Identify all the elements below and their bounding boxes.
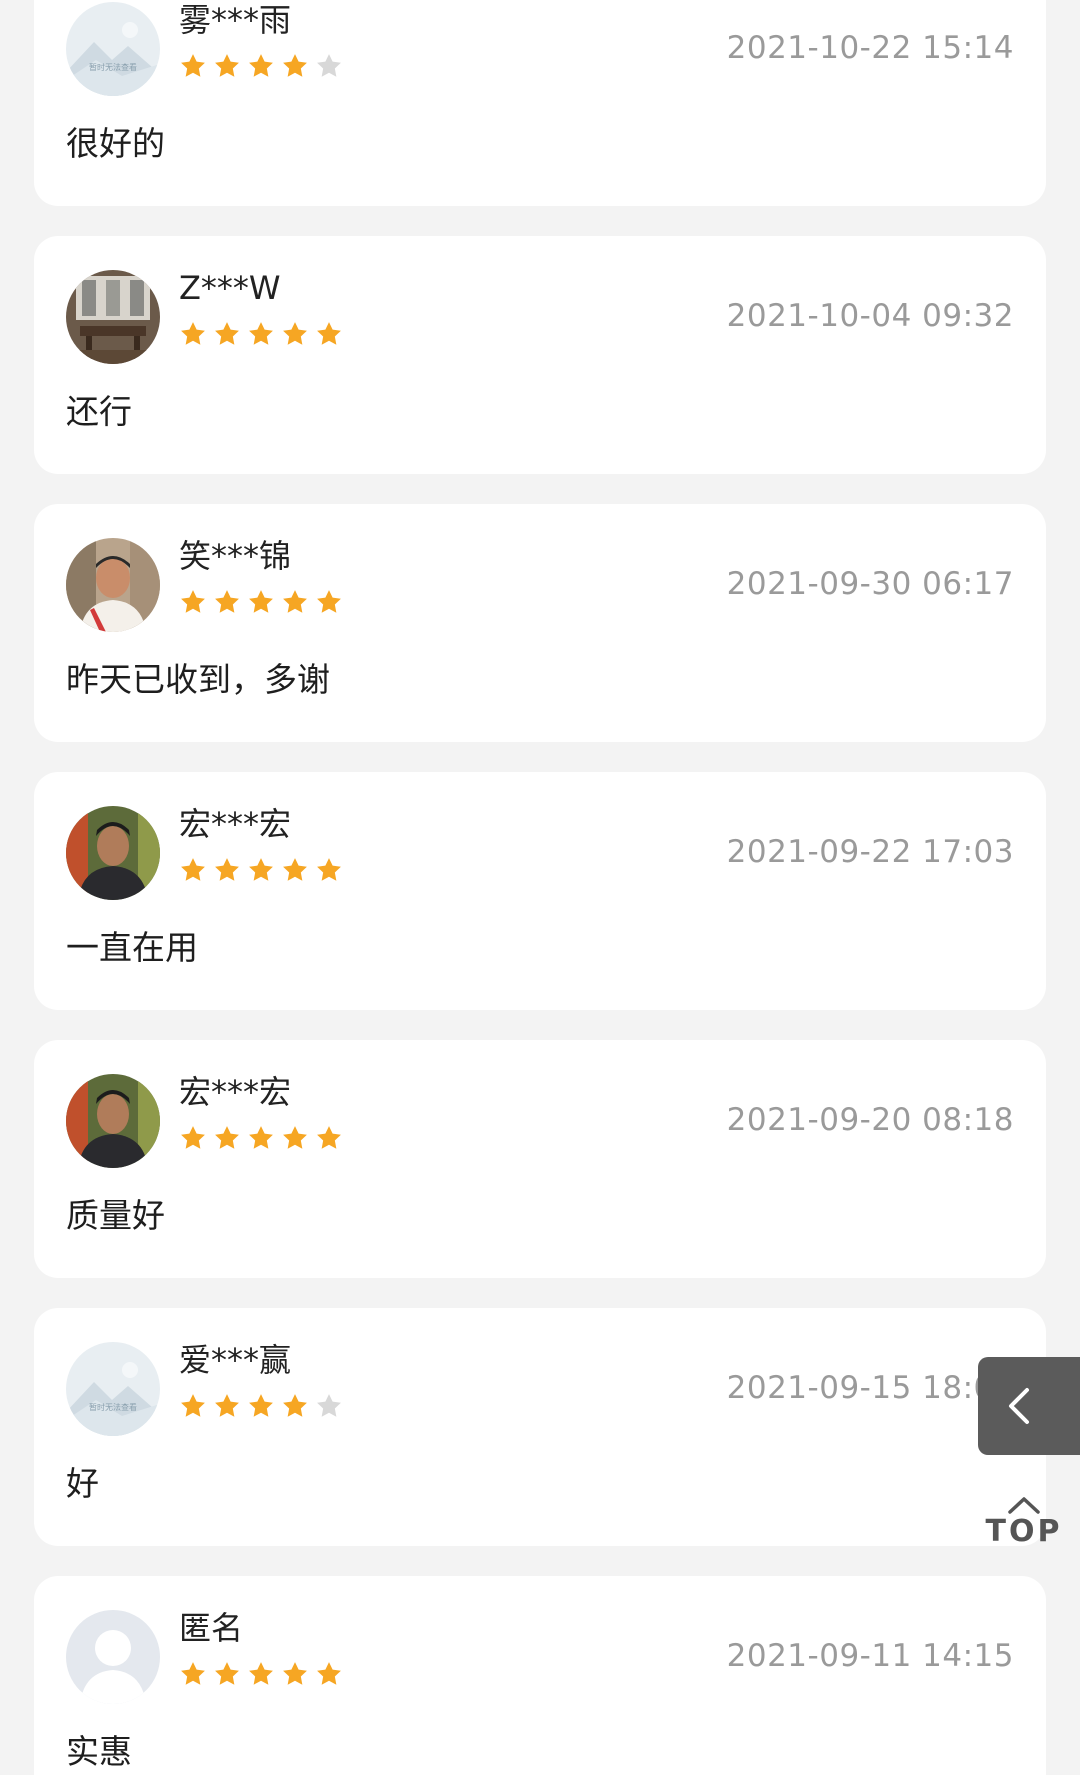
star-filled-icon [249, 1662, 273, 1685]
review-timestamp: 2021-09-20 08:18 [726, 1102, 1014, 1138]
star-rating [179, 52, 343, 80]
reviewer-name: 宏***宏 [179, 805, 292, 843]
star-filled-icon [215, 322, 239, 345]
review-page: 暂时无法查看 雾***雨 2021-10-22 15:14 很好的 Z***W … [0, 0, 1080, 1775]
review-timestamp: 2021-09-22 17:03 [726, 834, 1014, 870]
star-filled-icon [283, 1126, 307, 1149]
star-filled-icon [181, 1126, 205, 1149]
star-filled-icon [283, 54, 307, 77]
star-filled-icon [283, 322, 307, 345]
avatar [66, 1074, 160, 1168]
star-filled-icon [283, 1662, 307, 1685]
star-filled-icon [317, 1126, 341, 1149]
review-card: 匿名 2021-09-11 14:15 实惠 [34, 1576, 1046, 1775]
review-card: 暂时无法查看 爱***赢 2021-09-15 18:07 好 [34, 1308, 1046, 1546]
reviewer-name: 宏***宏 [179, 1073, 292, 1111]
review-text: 还行 [66, 392, 132, 431]
star-filled-icon [215, 1126, 239, 1149]
review-card: 笑***锦 2021-09-30 06:17 昨天已收到，多谢 [34, 504, 1046, 742]
review-card: 宏***宏 2021-09-20 08:18 质量好 [34, 1040, 1046, 1278]
default-user-icon [66, 1610, 160, 1704]
star-filled-icon [181, 1394, 205, 1417]
star-rating [179, 320, 343, 348]
star-filled-icon [249, 858, 273, 881]
star-filled-icon [283, 858, 307, 881]
back-to-top-button[interactable]: TOP [983, 1495, 1065, 1565]
star-filled-icon [249, 1126, 273, 1149]
star-filled-icon [215, 1662, 239, 1685]
star-rating [179, 1392, 343, 1420]
star-filled-icon [317, 590, 341, 613]
star-rating [179, 1124, 343, 1152]
review-list: 暂时无法查看 雾***雨 2021-10-22 15:14 很好的 Z***W … [34, 0, 1046, 1775]
star-rating [179, 588, 343, 616]
reviewer-name: 雾***雨 [179, 1, 292, 39]
star-filled-icon [317, 1662, 341, 1685]
star-filled-icon [317, 322, 341, 345]
star-filled-icon [317, 858, 341, 881]
review-timestamp: 2021-10-22 15:14 [726, 30, 1014, 66]
placeholder-image-icon: 暂时无法查看 [66, 2, 160, 96]
avatar [66, 538, 160, 632]
review-card: 暂时无法查看 雾***雨 2021-10-22 15:14 很好的 [34, 0, 1046, 206]
review-text: 实惠 [66, 1732, 132, 1771]
star-filled-icon [181, 858, 205, 881]
star-filled-icon [249, 590, 273, 613]
star-filled-icon [283, 590, 307, 613]
avatar [66, 806, 160, 900]
review-card: Z***W 2021-10-04 09:32 还行 [34, 236, 1046, 474]
star-filled-icon [283, 1394, 307, 1417]
avatar-caption: 暂时无法查看 [89, 63, 137, 72]
top-label: TOP [985, 1514, 1063, 1549]
chevron-up-icon [1008, 1497, 1040, 1514]
review-text: 很好的 [66, 124, 165, 163]
star-filled-icon [215, 1394, 239, 1417]
reviewer-name: 笑***锦 [179, 537, 292, 575]
reviewer-name: Z***W [179, 269, 281, 307]
placeholder-image-icon: 暂时无法查看 [66, 1342, 160, 1436]
review-timestamp: 2021-10-04 09:32 [726, 298, 1014, 334]
avatar [66, 270, 160, 364]
star-filled-icon [181, 322, 205, 345]
review-timestamp: 2021-09-30 06:17 [726, 566, 1014, 602]
star-filled-icon [215, 858, 239, 881]
star-filled-icon [181, 54, 205, 77]
star-empty-icon [317, 1394, 341, 1417]
star-empty-icon [317, 54, 341, 77]
star-filled-icon [249, 322, 273, 345]
star-filled-icon [215, 590, 239, 613]
review-text: 好 [66, 1464, 99, 1503]
review-timestamp: 2021-09-15 18:07 [726, 1370, 1014, 1406]
avatar-caption: 暂时无法查看 [89, 1403, 137, 1412]
star-filled-icon [249, 54, 273, 77]
star-filled-icon [181, 590, 205, 613]
back-button[interactable] [978, 1357, 1080, 1455]
star-filled-icon [249, 1394, 273, 1417]
chevron-left-icon [1009, 1388, 1029, 1424]
review-text: 昨天已收到，多谢 [66, 660, 330, 699]
reviewer-name: 匿名 [179, 1609, 244, 1647]
review-card: 宏***宏 2021-09-22 17:03 一直在用 [34, 772, 1046, 1010]
star-rating [179, 856, 343, 884]
review-text: 质量好 [66, 1196, 165, 1235]
star-rating [179, 1660, 343, 1688]
review-text: 一直在用 [66, 928, 198, 967]
review-timestamp: 2021-09-11 14:15 [726, 1638, 1014, 1674]
star-filled-icon [215, 54, 239, 77]
reviewer-name: 爱***赢 [179, 1341, 292, 1379]
star-filled-icon [181, 1662, 205, 1685]
